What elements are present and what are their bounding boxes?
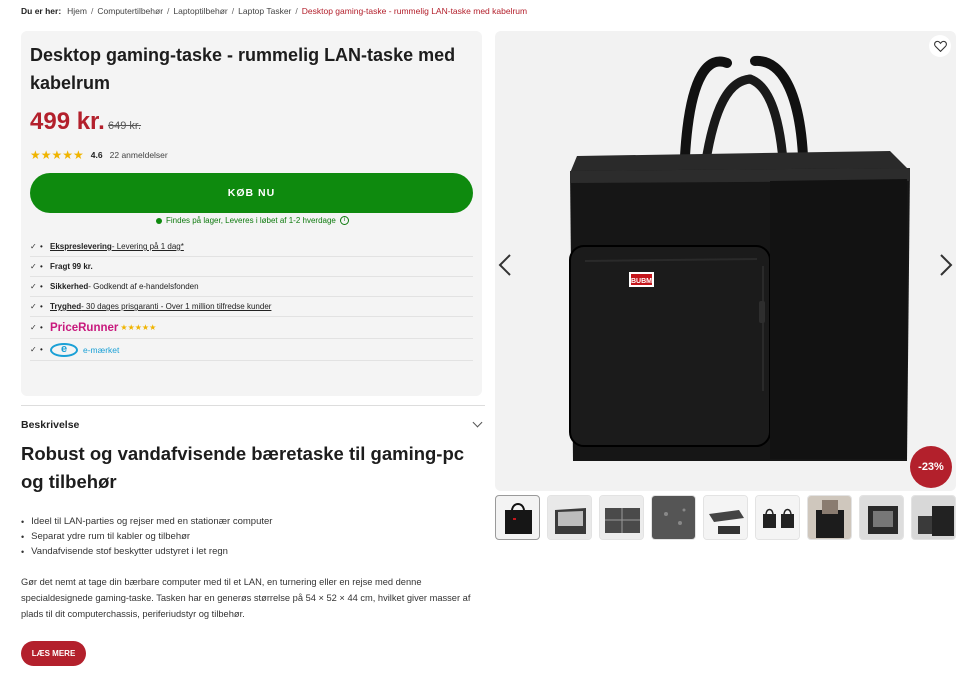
breadcrumb-separator: / <box>91 6 94 16</box>
thumbnail-8[interactable] <box>859 495 904 540</box>
usp-text: - Levering på 1 dag* <box>111 242 184 251</box>
breadcrumb-separator: / <box>167 6 170 16</box>
usp-list: ✓ • Ekspreslevering - Levering på 1 dag* … <box>30 237 473 361</box>
breadcrumb-separator: / <box>295 6 298 16</box>
description-label: Beskrivelse <box>21 418 80 431</box>
usp-item-fragt: ✓ • Fragt 99 kr. <box>30 257 473 277</box>
discount-badge: -23% <box>910 446 952 488</box>
text-fade-overlay <box>21 625 481 645</box>
product-price: 499 kr. <box>30 108 105 135</box>
usp-bold: Sikkerhed <box>50 282 89 291</box>
product-image-gallery: BUBM -23% <box>495 31 956 491</box>
thumbnail-4[interactable] <box>651 495 696 540</box>
check-icon: ✓ <box>30 262 37 271</box>
breadcrumb: Du er her: Hjem / Computertilbehør / Laptopti… <box>21 6 527 16</box>
usp-text: - 30 dages prisgaranti - Over 1 million … <box>81 302 272 311</box>
check-icon: ✓ <box>30 323 37 332</box>
list-item: Vandafvisende stof beskytter udstyret i … <box>21 544 272 559</box>
rating-value: 4.6 <box>90 150 103 160</box>
thumbnail-strip <box>495 495 956 540</box>
rating-row[interactable]: ★★★★★ 4.6 22 anmeldelser <box>30 148 168 162</box>
description-bullets: Ideel til LAN-parties og rejser med en s… <box>21 514 272 559</box>
description-paragraph: Gør det nemt at tage din bærbare compute… <box>21 577 471 619</box>
buy-now-button[interactable]: KØB NU <box>30 173 473 213</box>
emaerket-e-icon: e <box>50 342 78 357</box>
thumbnail-6[interactable] <box>755 495 800 540</box>
previous-image-button[interactable] <box>497 253 513 277</box>
bullet-icon: • <box>40 345 43 354</box>
breadcrumb-current: Desktop gaming-taske - rummelig LAN-task… <box>301 6 528 16</box>
thumbnail-1[interactable] <box>495 495 540 540</box>
favorite-button[interactable] <box>929 35 951 57</box>
list-item: Ideel til LAN-parties og rejser med en s… <box>21 514 272 529</box>
usp-item-sikkerhed: ✓ • Sikkerhed - Godkendt af e-handelsfond… <box>30 277 473 297</box>
description-accordion-header[interactable]: Beskrivelse <box>21 405 485 443</box>
chevron-right-icon <box>940 254 953 276</box>
info-icon[interactable]: i <box>339 216 349 225</box>
breadcrumb-separator: / <box>231 6 235 16</box>
product-image[interactable]: BUBM <box>495 31 956 491</box>
bullet-icon: • <box>40 262 43 271</box>
emaerket-label: e-mærket <box>83 344 120 355</box>
thumbnail-5[interactable] <box>703 495 748 540</box>
breadcrumb-link-laptoptilbehor[interactable]: Laptoptilbehør <box>173 6 227 16</box>
read-more-button[interactable]: LÆS MERE <box>21 641 86 666</box>
review-count[interactable]: 22 anmeldelser <box>110 150 168 160</box>
usp-item-emaerket[interactable]: ✓ • e e-mærket <box>30 339 473 361</box>
thumbnail-3[interactable] <box>599 495 644 540</box>
thumbnail-7[interactable] <box>807 495 852 540</box>
bag-logo-text: BUBM <box>631 278 652 285</box>
heart-icon <box>933 40 947 52</box>
chevron-left-icon <box>498 254 511 276</box>
bullet-icon: • <box>40 302 43 311</box>
usp-text: - Godkendt af e-handelsfonden <box>88 282 199 291</box>
breadcrumb-link-laptop-tasker[interactable]: Laptop Tasker <box>238 6 291 16</box>
usp-item-tryghed[interactable]: ✓ • Tryghed - 30 dages prisgaranti - Over… <box>30 297 473 317</box>
pricerunner-logo: PriceRunner <box>50 321 119 334</box>
in-stock-dot-icon <box>156 217 162 224</box>
check-icon: ✓ <box>30 242 37 251</box>
list-item: Separat ydre rum til kabler og tilbehør <box>21 529 272 544</box>
description-title: Robust og vandafvisende bæretaske til ga… <box>21 443 465 492</box>
usp-bold: Ekspreslevering <box>50 242 112 251</box>
usp-bold: Fragt 99 kr. <box>50 262 93 271</box>
thumbnail-9[interactable] <box>911 495 956 540</box>
usp-bold: Tryghed <box>50 302 82 311</box>
usp-item-ekspreslevering[interactable]: ✓ • Ekspreslevering - Levering på 1 dag* <box>30 237 473 257</box>
breadcrumb-lead: Du er her: <box>21 6 62 16</box>
usp-item-pricerunner[interactable]: ✓ • PriceRunner ★★★★★ <box>30 317 473 339</box>
breadcrumb-link-computertilbehor[interactable]: Computertilbehør <box>97 6 163 16</box>
breadcrumb-link-home[interactable]: Hjem <box>67 6 87 16</box>
next-image-button[interactable] <box>938 253 954 277</box>
pricerunner-stars: ★★★★★ <box>120 323 157 332</box>
check-icon: ✓ <box>30 282 37 291</box>
product-old-price: 649 kr. <box>108 120 142 132</box>
product-title: Desktop gaming-taske - rummelig LAN-task… <box>30 45 456 93</box>
bullet-icon: • <box>40 282 43 291</box>
stock-text: Findes på lager, Leveres i løbet af 1-2 … <box>166 216 336 225</box>
rating-stars: ★★★★★ <box>30 148 84 162</box>
bullet-icon: • <box>40 242 43 251</box>
thumbnail-2[interactable] <box>547 495 592 540</box>
bullet-icon: • <box>40 323 43 332</box>
product-info-card: Desktop gaming-taske - rummelig LAN-task… <box>21 31 482 396</box>
chevron-down-icon <box>472 417 483 428</box>
stock-status: Findes på lager, Leveres i løbet af 1-2 … <box>156 216 349 225</box>
check-icon: ✓ <box>30 345 37 354</box>
check-icon: ✓ <box>30 302 37 311</box>
emaerket-logo: e e-mærket <box>50 342 120 357</box>
